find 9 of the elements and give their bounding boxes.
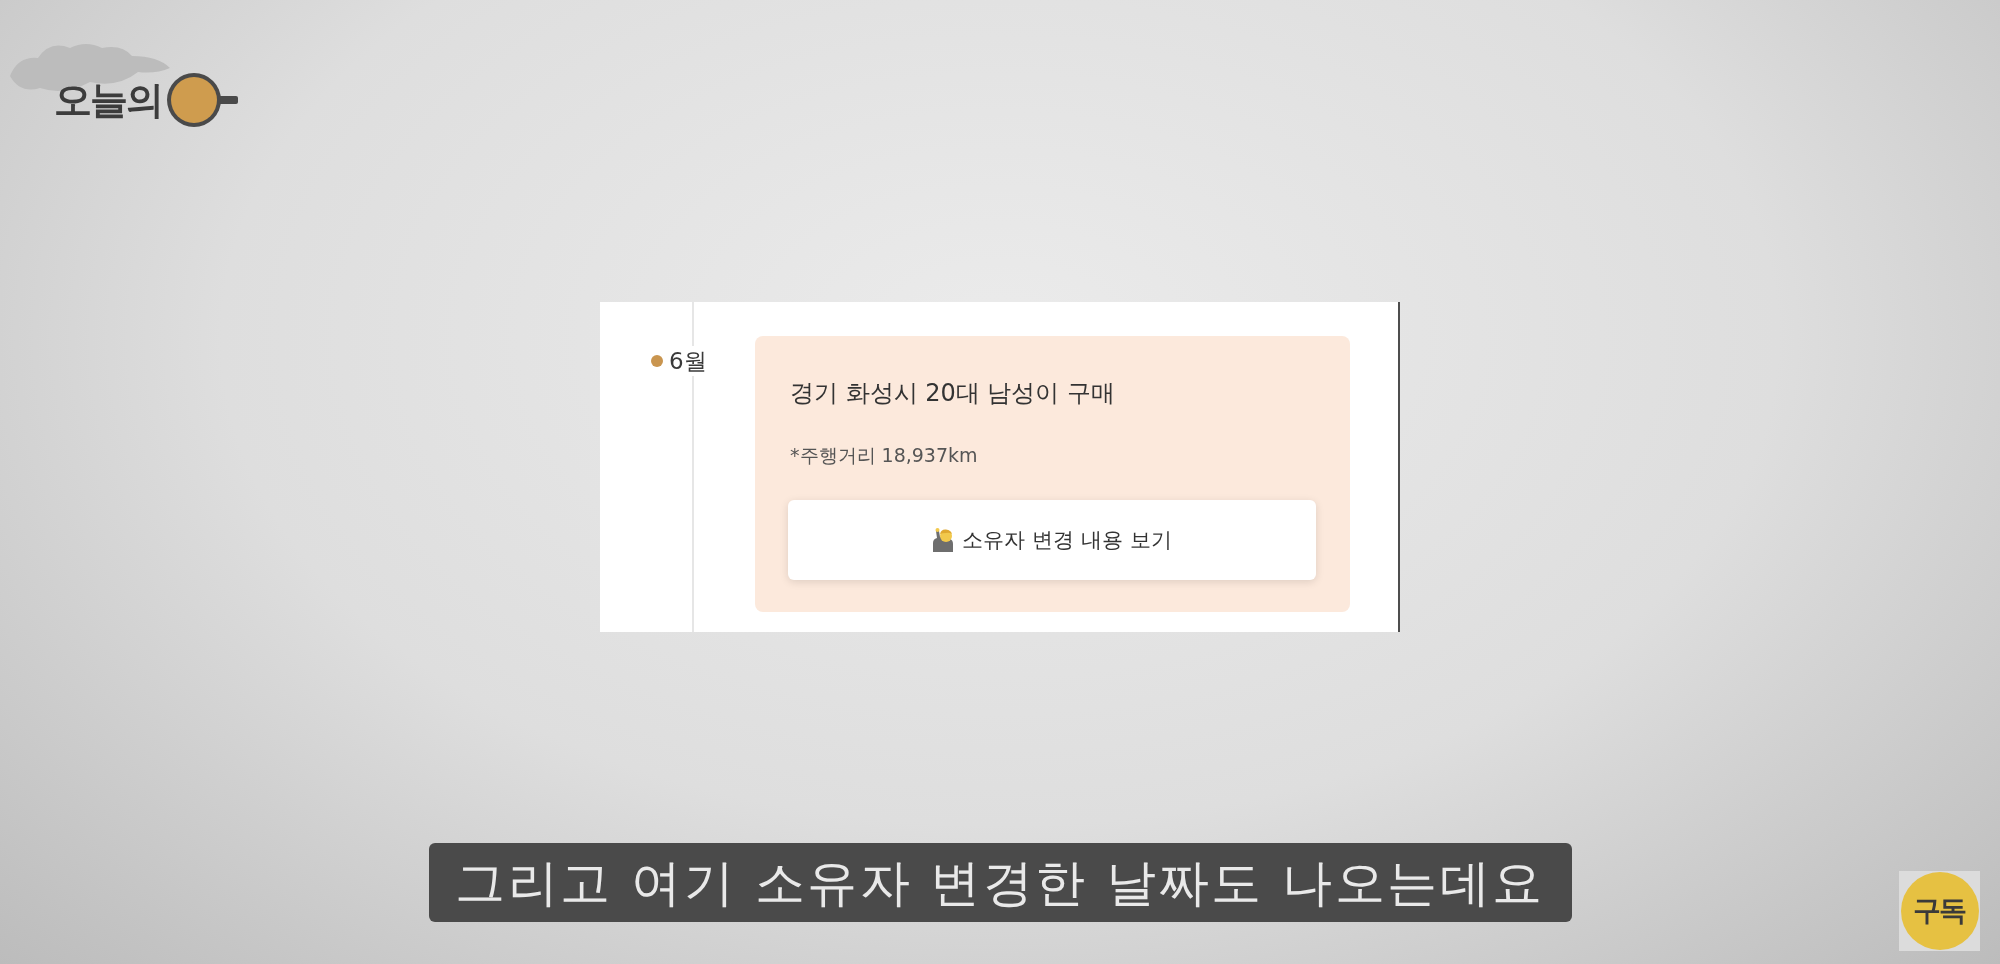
month-label: 6월 <box>669 346 707 376</box>
subtitle-caption: 그리고 여기 소유자 변경한 날짜도 나오는데요 <box>428 843 1572 922</box>
logo-title: 오늘의 <box>54 78 163 122</box>
owner-change-details-button[interactable]: 소유자 변경 내용 보기 <box>788 500 1316 580</box>
subscribe-button[interactable]: 구독 <box>1899 871 1980 951</box>
mileage-note: *주행거리 18,937km <box>790 443 979 468</box>
coffee-cup-icon <box>166 72 239 128</box>
event-title: 경기 화성시 20대 남성이 구매 <box>790 378 1117 408</box>
person-raising-hand-icon <box>932 528 955 552</box>
